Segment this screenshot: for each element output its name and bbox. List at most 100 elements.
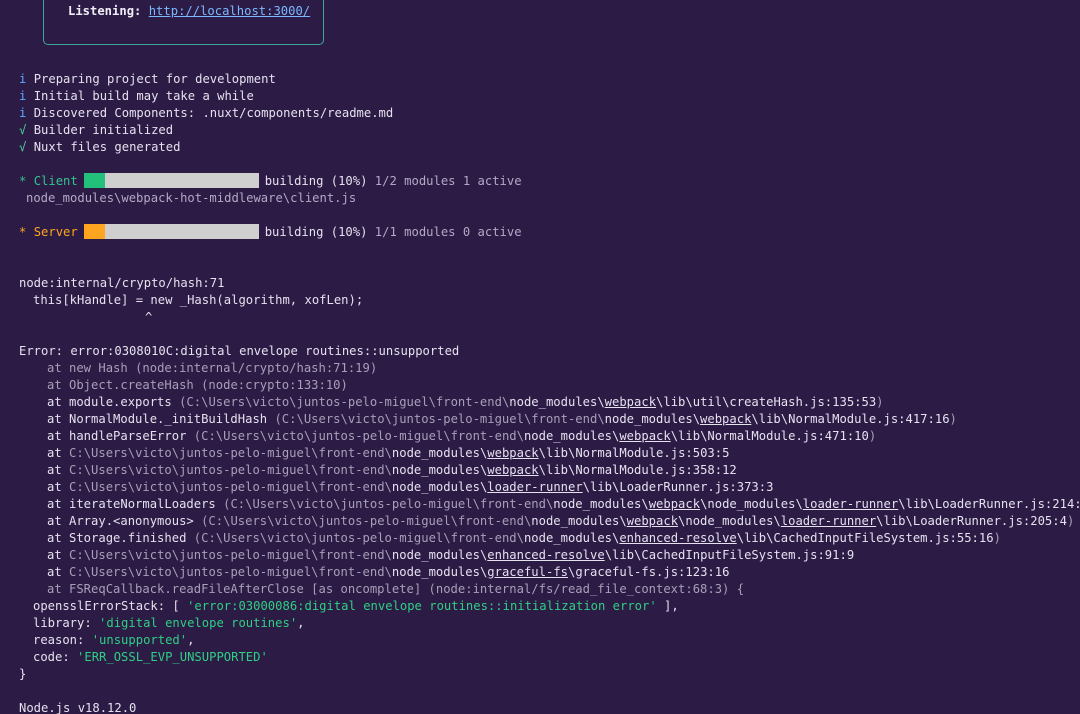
stack-path: node_modules\ (604, 412, 701, 426)
server-build-progress: * Server building (10%) 1/1 modules 0 act… (19, 224, 522, 241)
stack-path: (C:\Users\victo\juntos-pelo-miguel\front… (201, 514, 532, 528)
stack-path: \node_modules\ (678, 514, 781, 528)
log-line: i Discovered Components: .nuxt/component… (19, 105, 393, 122)
client-status: building (10%) (264, 174, 368, 188)
stack-path: (C:\Users\victo\juntos-pelo-miguel\front… (179, 395, 510, 409)
stack-path: (C:\Users\victo\juntos-pelo-miguel\front… (193, 531, 524, 545)
stack-fn: at (47, 480, 62, 494)
stack-package: graceful-fs (487, 565, 568, 579)
stack-package: webpack (626, 514, 679, 528)
prop-punct: , (187, 633, 195, 647)
log-line: i Preparing project for development (19, 71, 276, 88)
stack-frame: at C:\Users\victo\juntos-pelo-miguel\fro… (47, 547, 854, 564)
checkmark-icon: √ (19, 123, 27, 137)
stack-fn: at Array.<anonymous> (47, 514, 194, 528)
error-prop-library: library: 'digital envelope routines', (33, 615, 305, 632)
stack-fn: at (47, 565, 62, 579)
server-label: Server (33, 225, 78, 239)
hash-file: node:internal/crypto/hash:71 (19, 276, 225, 290)
terminal-output: Listening: http://localhost:3000/ i Prep… (0, 0, 1080, 714)
stack-fn: at module.exports (47, 395, 172, 409)
stack-frame: at FSReqCallback.readFileAfterClose [as … (47, 582, 745, 596)
stack-path: ) (876, 395, 884, 409)
stack-path: \lib\CachedInputFileSystem.js:55:16 (736, 531, 994, 545)
error-close-brace: } (19, 667, 27, 681)
prop-key: library: (33, 616, 100, 630)
stack-package: webpack (619, 429, 671, 443)
stack-package: webpack (487, 446, 539, 460)
stack-frame: at Array.<anonymous> (C:\Users\victo\jun… (47, 513, 1074, 530)
log-line: √ Nuxt files generated (19, 139, 180, 156)
stack-path: node_modules\ (391, 565, 488, 579)
client-star: * (19, 174, 27, 188)
stack-path: ) (868, 429, 877, 443)
info-icon: i (19, 72, 27, 86)
stack-package: loader-runner (802, 497, 899, 511)
hash-caret: ^ (145, 310, 153, 324)
log-text: Discovered Components: .nuxt/components/… (33, 106, 394, 120)
stack-fn: at iterateNormalLoaders (47, 497, 216, 511)
log-text: Preparing project for development (33, 72, 276, 86)
stack-package: enhanced-resolve (619, 531, 737, 545)
prop-value: 'error:03000086:digital envelope routine… (187, 599, 657, 613)
client-label: Client (33, 174, 78, 188)
stack-path: node_modules\ (553, 497, 649, 511)
server-status: building (10%) (264, 225, 368, 239)
hash-code: this[kHandle] = new _Hash(algorithm, xof… (33, 293, 364, 307)
server-star: * (19, 225, 27, 239)
stack-path: \lib\NormalModule.js:471:10 (670, 429, 869, 443)
localhost-link[interactable]: http://localhost:3000/ (149, 4, 310, 18)
prop-punct: , (297, 616, 305, 630)
stack-path: node_modules\ (509, 395, 605, 409)
stack-path: node_modules\ (391, 480, 488, 494)
stack-fn: at handleParseError (47, 429, 187, 443)
stack-path: node_modules\ (523, 429, 620, 443)
log-text: Initial build may take a while (33, 89, 254, 103)
log-line: √ Builder initialized (19, 122, 173, 139)
prop-key: opensslErrorStack: [ (33, 599, 188, 613)
stack-path: \lib\LoaderRunner.js:205:4 (876, 514, 1067, 528)
server-progress-fill (83, 224, 105, 239)
log-text: Nuxt files generated (33, 140, 181, 154)
stack-frame: at module.exports (C:\Users\victo\juntos… (47, 394, 884, 411)
stack-loc: (node:internal/crypto/hash:71:19) (135, 361, 378, 375)
stack-fn: at (47, 446, 62, 460)
checkmark-icon: √ (19, 140, 27, 154)
prop-value: 'ERR_OSSL_EVP_UNSUPPORTED' (77, 650, 268, 664)
node-version: Node.js v18.12.0 (19, 701, 137, 714)
stack-frame: at C:\Users\victo\juntos-pelo-miguel\fro… (47, 462, 737, 479)
stack-package: webpack (604, 395, 657, 409)
stack-path: ) (949, 412, 957, 426)
log-text: Builder initialized (33, 123, 174, 137)
stack-fn: at Object.createHash (47, 378, 194, 392)
stack-path: (C:\Users\victo\juntos-pelo-miguel\front… (193, 429, 524, 443)
stack-path: \lib\util\createHash.js:135:53 (656, 395, 877, 409)
stack-path: C:\Users\victo\juntos-pelo-miguel\front-… (69, 446, 392, 460)
log-line: i Initial build may take a while (19, 88, 254, 105)
stack-path: node_modules\ (391, 446, 488, 460)
client-build-progress: * Client building (10%) 1/2 modules 1 act… (19, 173, 522, 190)
prop-value: 'unsupported' (91, 633, 188, 647)
stack-path: ) (993, 531, 1001, 545)
stack-path: node_modules\ (523, 531, 620, 545)
stack-path: \lib\NormalModule.js:358:12 (538, 463, 737, 477)
prop-key: code: (33, 650, 78, 664)
error-prop-reason: reason: 'unsupported', (33, 632, 194, 649)
stack-frame: at iterateNormalLoaders (C:\Users\victo\… (47, 496, 1080, 513)
prop-value: 'digital envelope routines' (99, 616, 298, 630)
prop-punct: ], (656, 599, 679, 613)
stack-fn: at (47, 463, 62, 477)
stack-path: (C:\Users\victo\juntos-pelo-miguel\front… (223, 497, 554, 511)
stack-path: C:\Users\victo\juntos-pelo-miguel\front-… (69, 463, 392, 477)
stack-fn: at new Hash (47, 361, 128, 375)
stack-path: \node_modules\ (700, 497, 803, 511)
listening-line: Listening: http://localhost:3000/ (68, 4, 310, 18)
stack-path: \lib\LoaderRunner.js:373:3 (582, 480, 774, 494)
stack-path: C:\Users\victo\juntos-pelo-miguel\front-… (69, 565, 392, 579)
client-detail: 1/2 modules 1 active (374, 174, 522, 188)
listening-label: Listening: (68, 4, 142, 18)
stack-fn: at (47, 548, 62, 562)
client-progress-fill (83, 173, 105, 188)
stack-path: C:\Users\victo\juntos-pelo-miguel\front-… (69, 480, 392, 494)
info-icon: i (19, 89, 27, 103)
